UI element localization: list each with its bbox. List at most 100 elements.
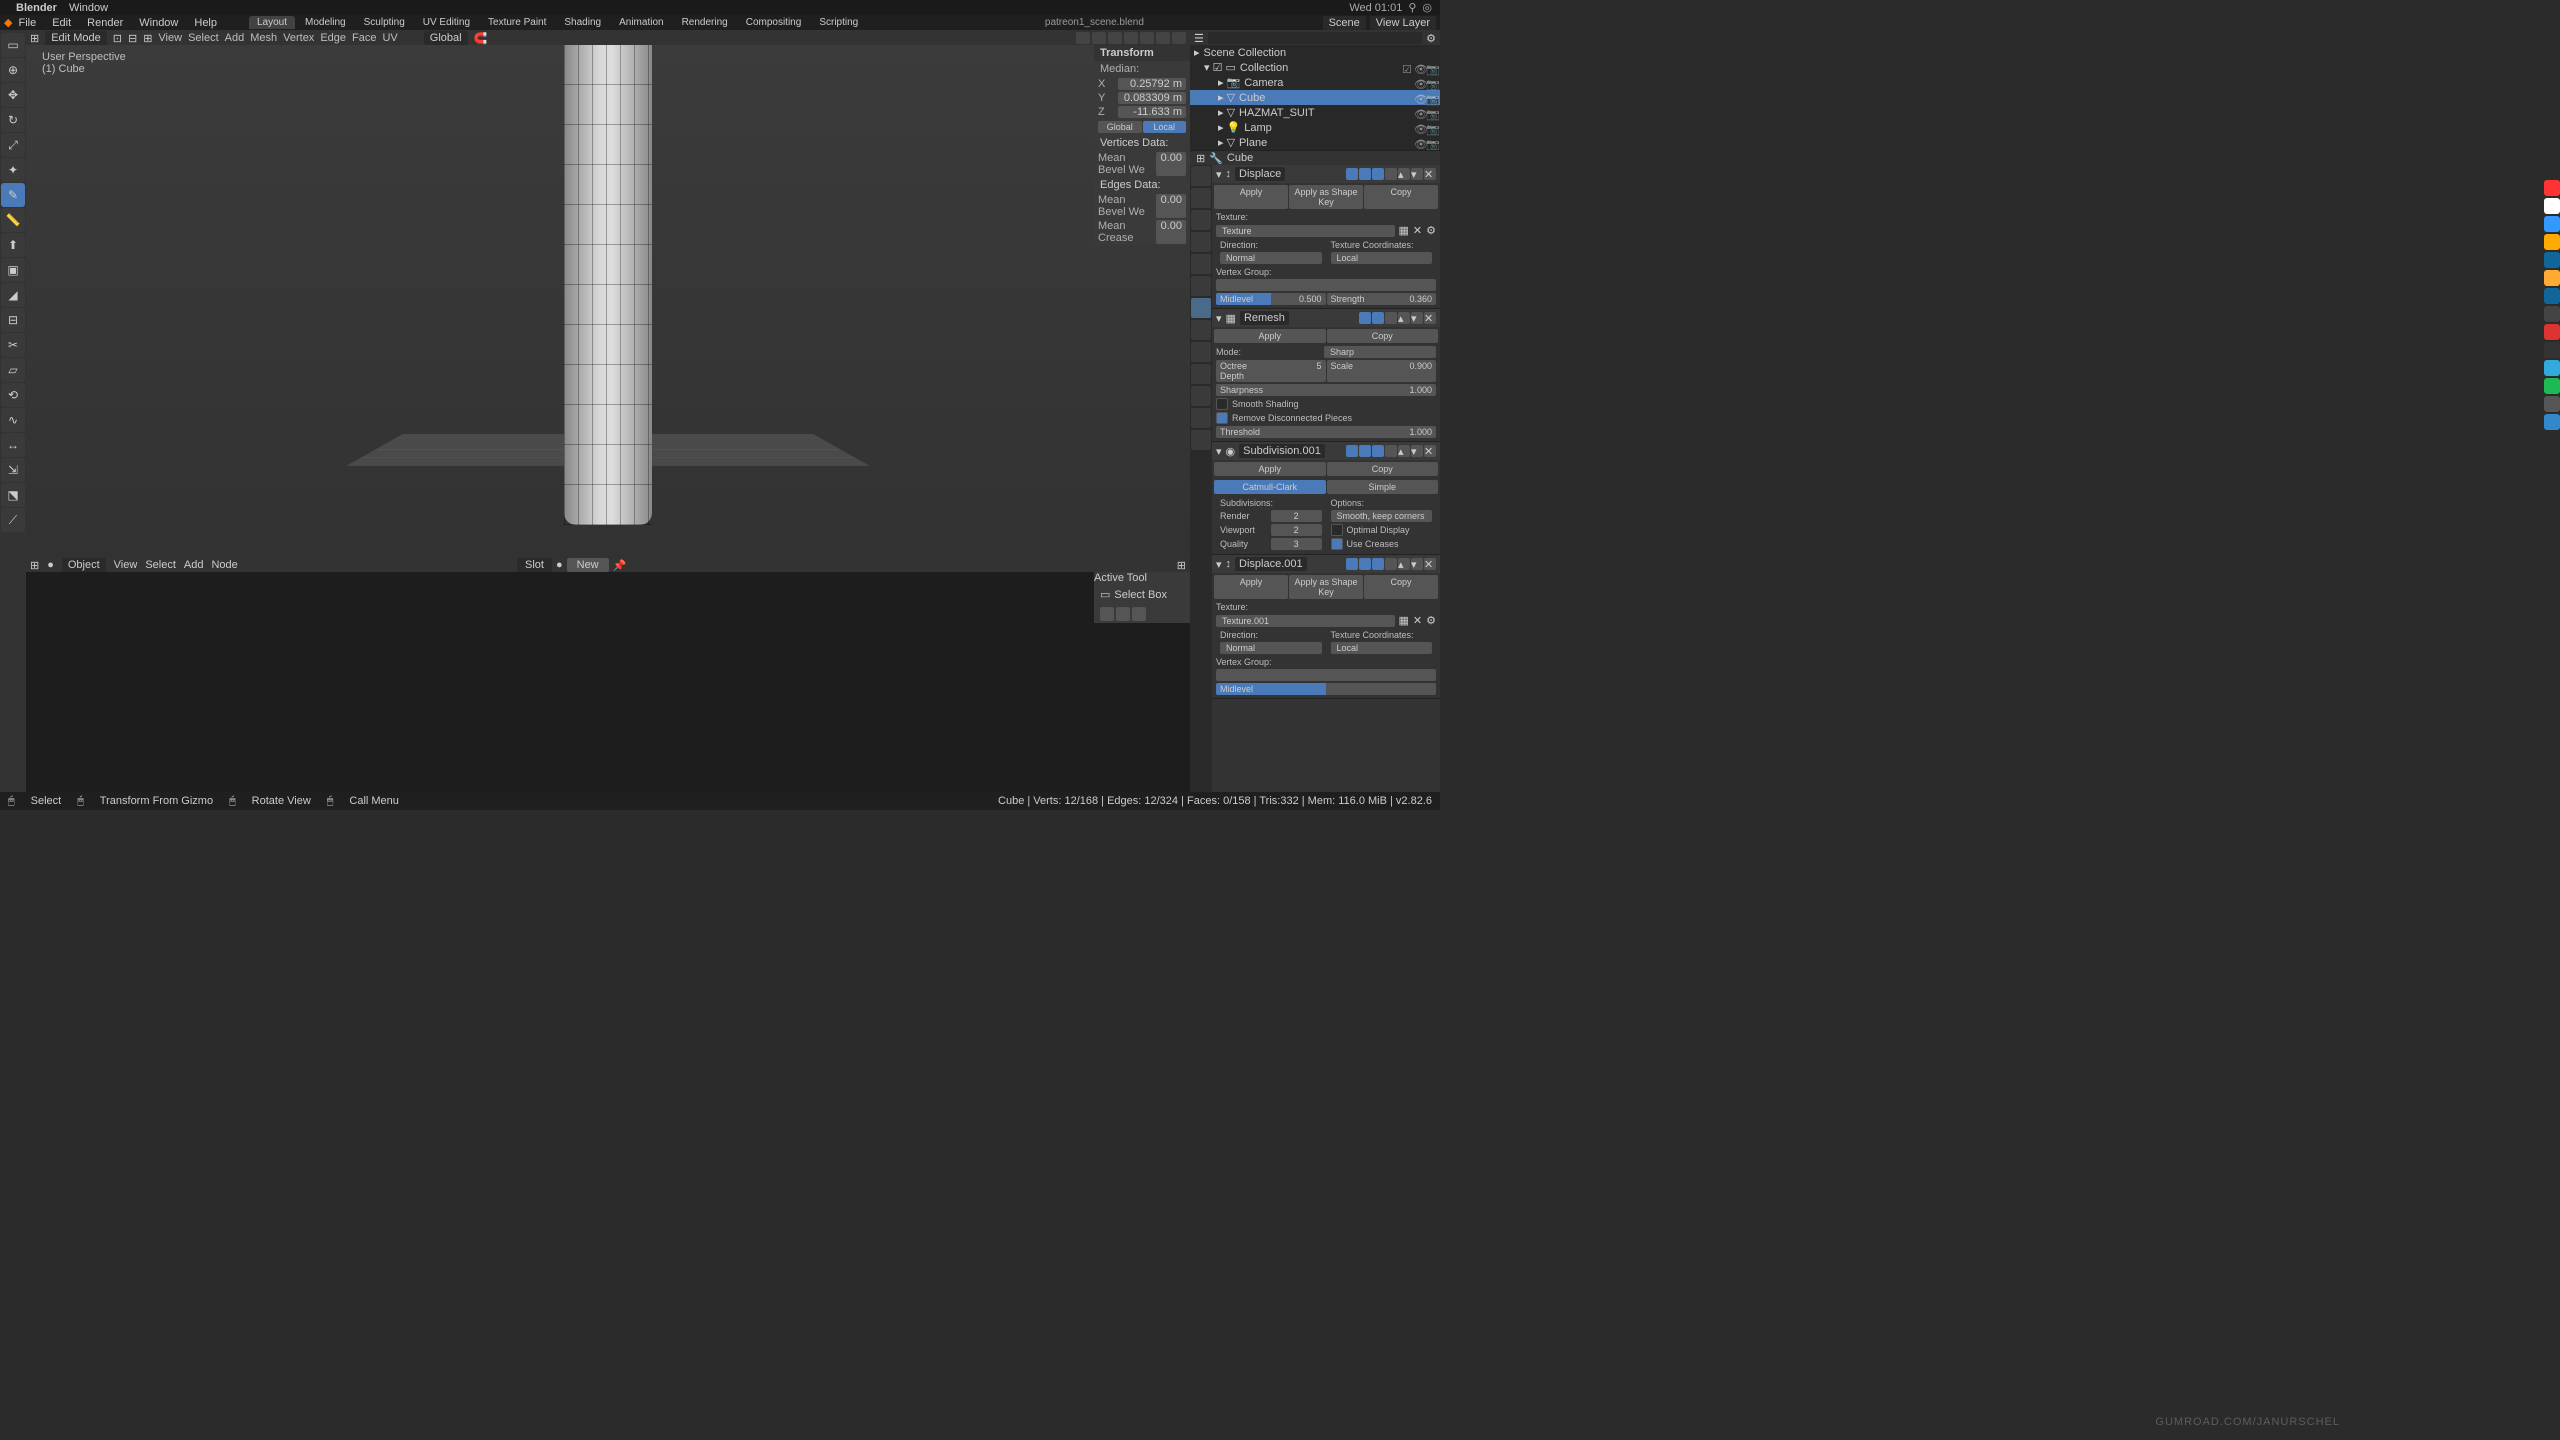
space-global[interactable]: Global <box>1098 121 1142 133</box>
btn-apply-shape[interactable]: Apply as Shape Key <box>1289 575 1363 599</box>
menu-view[interactable]: View <box>158 32 182 44</box>
show-viewport[interactable] <box>1359 558 1371 570</box>
blender-icon[interactable]: ◆ <box>4 16 12 29</box>
btn-copy[interactable]: Copy <box>1327 329 1439 343</box>
quality-val[interactable]: 3 <box>1271 538 1322 550</box>
render-subdiv[interactable]: 2 <box>1271 510 1322 522</box>
expand-icon[interactable]: ▾ <box>1216 445 1222 458</box>
shading-matprev[interactable] <box>1156 32 1170 44</box>
move-up[interactable]: ▴ <box>1398 445 1410 457</box>
dock-lightroom[interactable] <box>2544 288 2560 304</box>
expand-icon[interactable]: ▾ <box>1216 168 1222 181</box>
editor-type-node-icon[interactable]: ⊞ <box>30 559 39 572</box>
btn-copy[interactable]: Copy <box>1364 185 1438 209</box>
cb-remove[interactable] <box>1216 412 1228 424</box>
strength-slider[interactable]: Strength0.360 <box>1327 293 1437 305</box>
node-menu[interactable]: Node <box>211 559 237 571</box>
selmode-1[interactable] <box>1100 607 1114 621</box>
edge-bevel[interactable]: 0.00 <box>1156 194 1186 218</box>
dock-app-8[interactable] <box>2544 306 2560 322</box>
menu-render[interactable]: Render <box>81 16 129 30</box>
show-editmode[interactable] <box>1372 168 1384 180</box>
remesh-mode[interactable]: Sharp <box>1324 346 1436 358</box>
move-down[interactable]: ▾ <box>1411 445 1423 457</box>
slot-select[interactable]: Slot <box>517 558 552 572</box>
uv-smooth[interactable]: Smooth, keep corners <box>1331 510 1433 522</box>
tex-new-icon[interactable]: ▦ <box>1399 614 1409 627</box>
mod-name[interactable]: Displace <box>1235 167 1285 181</box>
tab-texture[interactable] <box>1191 430 1211 450</box>
selmode-2[interactable] <box>1116 607 1130 621</box>
show-viewport[interactable] <box>1372 312 1384 324</box>
tool-cursor[interactable]: ⊕ <box>1 58 25 82</box>
node-add[interactable]: Add <box>184 559 204 571</box>
menu-select[interactable]: Select <box>188 32 219 44</box>
tool-smooth[interactable]: ∿ <box>1 408 25 432</box>
tab-material[interactable] <box>1191 408 1211 428</box>
show-cage[interactable] <box>1385 558 1397 570</box>
view-subdiv[interactable]: 2 <box>1271 524 1322 536</box>
tab-scene[interactable] <box>1191 232 1211 252</box>
dock-app-13[interactable] <box>2544 396 2560 412</box>
tool-transform[interactable]: ✦ <box>1 158 25 182</box>
gizmo-toggle[interactable] <box>1076 32 1090 44</box>
tab-texture[interactable]: Texture Paint <box>480 16 554 29</box>
tex-unlink-icon[interactable]: ✕ <box>1413 224 1422 237</box>
tool-spin[interactable]: ⟲ <box>1 383 25 407</box>
delete-mod[interactable]: ✕ <box>1424 445 1436 457</box>
median-y[interactable]: 0.083309 m <box>1118 92 1186 104</box>
outliner-lamp[interactable]: ▸ 💡Lamp👁📷 <box>1190 120 1440 135</box>
vgroup-field[interactable] <box>1216 669 1436 681</box>
btn-catmull[interactable]: Catmull-Clark <box>1214 480 1326 494</box>
threshold-slider[interactable]: Threshold1.000 <box>1216 426 1436 438</box>
direction-field[interactable]: Normal <box>1220 642 1322 654</box>
menu-edge[interactable]: Edge <box>320 32 346 44</box>
delete-mod[interactable]: ✕ <box>1424 168 1436 180</box>
tab-object[interactable] <box>1191 276 1211 296</box>
tab-physics[interactable] <box>1191 342 1211 362</box>
node-editor[interactable]: Active Tool ▭ Select Box <box>26 572 1190 792</box>
dock-app-9[interactable] <box>2544 324 2560 340</box>
dock-app-3[interactable] <box>2544 216 2560 232</box>
tool-shrink[interactable]: ⇲ <box>1 458 25 482</box>
show-editmode[interactable] <box>1372 445 1384 457</box>
orientation[interactable]: Global <box>424 31 468 45</box>
tab-shading[interactable]: Shading <box>556 16 609 29</box>
texcoord-field[interactable]: Local <box>1331 642 1433 654</box>
tab-layout[interactable]: Layout <box>249 16 295 29</box>
menu-face[interactable]: Face <box>352 32 376 44</box>
show-viewport[interactable] <box>1359 445 1371 457</box>
show-viewport[interactable] <box>1359 168 1371 180</box>
show-render[interactable] <box>1346 445 1358 457</box>
tool-extrude[interactable]: ⬆ <box>1 233 25 257</box>
tab-constraints[interactable] <box>1191 364 1211 384</box>
menu-uv[interactable]: UV <box>382 32 397 44</box>
cb-creases[interactable] <box>1331 538 1343 550</box>
direction-field[interactable]: Normal <box>1220 252 1322 264</box>
tab-particles[interactable] <box>1191 320 1211 340</box>
show-render[interactable] <box>1359 312 1371 324</box>
space-local[interactable]: Local <box>1143 121 1187 133</box>
tool-polybuild[interactable]: ▱ <box>1 358 25 382</box>
edge-select-icon[interactable]: ⊟ <box>128 32 137 45</box>
mode-select[interactable]: Edit Mode <box>45 31 107 45</box>
tool-measure[interactable]: 📏 <box>1 208 25 232</box>
sharpness-slider[interactable]: Sharpness1.000 <box>1216 384 1436 396</box>
show-editmode[interactable] <box>1372 558 1384 570</box>
bevel-weight[interactable]: 0.00 <box>1156 152 1186 176</box>
tool-loopcut[interactable]: ⊟ <box>1 308 25 332</box>
midlevel-slider[interactable]: Midlevel <box>1216 683 1436 695</box>
shading-rendered[interactable] <box>1172 32 1186 44</box>
dock-app-1[interactable] <box>2544 180 2560 196</box>
menu-file[interactable]: File <box>12 16 42 30</box>
tab-world[interactable] <box>1191 254 1211 274</box>
tab-scripting[interactable]: Scripting <box>811 16 866 29</box>
tab-data[interactable] <box>1191 386 1211 406</box>
node-overlay[interactable]: ⊞ <box>1177 559 1186 572</box>
median-x[interactable]: 0.25792 m <box>1118 78 1186 90</box>
vgroup-field[interactable] <box>1216 279 1436 291</box>
outliner-search[interactable] <box>1208 32 1422 44</box>
snap-icon[interactable]: 🧲 <box>474 32 488 45</box>
overlay-toggle[interactable] <box>1092 32 1106 44</box>
app-name[interactable]: Blender <box>16 2 57 14</box>
